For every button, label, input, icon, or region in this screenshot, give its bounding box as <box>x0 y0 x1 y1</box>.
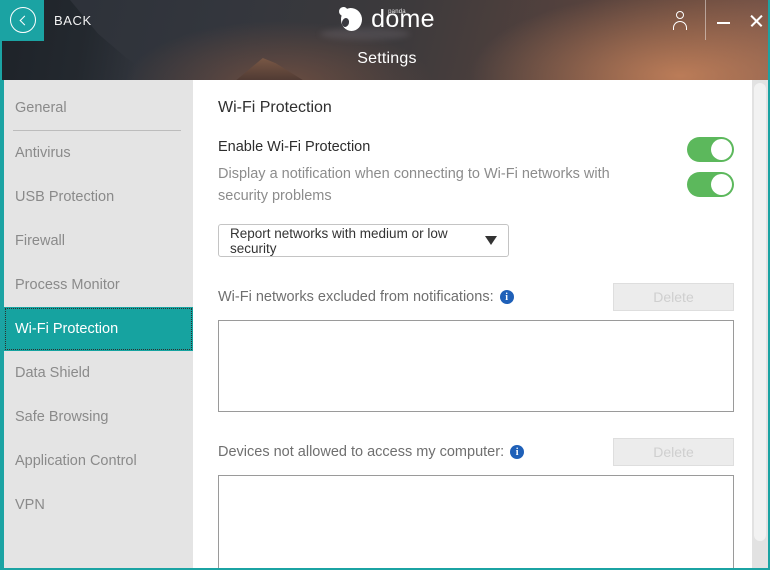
sidebar-item-application-control[interactable]: Application Control <box>4 439 193 483</box>
minimize-button[interactable] <box>706 0 740 40</box>
application-window: BACK dome panda Settings General Antivir… <box>0 0 770 570</box>
close-button[interactable] <box>740 0 768 40</box>
minimize-icon <box>716 22 730 24</box>
delete-blocked-device-button[interactable]: Delete <box>613 438 734 466</box>
settings-sidebar: General Antivirus USB Protection Firewal… <box>2 80 193 568</box>
sidebar-item-label: Antivirus <box>15 145 71 161</box>
enable-wifi-protection-toggle[interactable] <box>687 137 734 162</box>
chevron-down-icon <box>485 236 497 245</box>
blocked-devices-listbox[interactable] <box>218 475 734 568</box>
excluded-networks-block: Wi-Fi networks excluded from notificatio… <box>199 283 752 412</box>
enable-wifi-protection-label: Enable Wi-Fi Protection <box>218 139 371 155</box>
page-header-title: Settings <box>357 50 417 67</box>
sidebar-item-label: Application Control <box>15 453 137 469</box>
body-area: General Antivirus USB Protection Firewal… <box>2 80 768 568</box>
excluded-networks-header: Wi-Fi networks excluded from notificatio… <box>218 283 734 311</box>
sidebar-item-general[interactable]: General <box>4 86 193 130</box>
sidebar-item-wifi-protection[interactable]: Wi-Fi Protection <box>4 307 193 351</box>
excluded-networks-listbox[interactable] <box>218 320 734 412</box>
sidebar-item-label: Firewall <box>15 233 65 249</box>
excluded-networks-label: Wi-Fi networks excluded from notificatio… <box>218 289 494 305</box>
sidebar-item-label: VPN <box>15 497 45 513</box>
close-icon <box>749 13 764 28</box>
sidebar-item-label: Data Shield <box>15 365 90 381</box>
sidebar-item-label: Wi-Fi Protection <box>15 321 119 337</box>
sidebar-item-antivirus[interactable]: Antivirus <box>4 131 193 175</box>
severity-level-value: Report networks with medium or low secur… <box>230 225 448 256</box>
info-icon[interactable]: i <box>510 445 525 459</box>
sidebar-item-process-monitor[interactable]: Process Monitor <box>4 263 193 307</box>
blocked-devices-label: Devices not allowed to access my compute… <box>218 444 505 460</box>
sidebar-item-usb-protection[interactable]: USB Protection <box>4 175 193 219</box>
notification-setting-toggle[interactable] <box>687 172 734 197</box>
scrollbar-thumb[interactable] <box>754 83 766 541</box>
user-account-icon <box>672 10 688 30</box>
wifi-protection-settings-group: Enable Wi-Fi Protection Display a notifi… <box>218 137 734 207</box>
blocked-devices-header: Devices not allowed to access my compute… <box>218 438 734 466</box>
content-scrollbar[interactable] <box>752 80 768 568</box>
sidebar-item-label: Process Monitor <box>15 277 120 293</box>
severity-level-dropdown[interactable]: Report networks with medium or low secur… <box>218 224 509 257</box>
sidebar-item-label: Safe Browsing <box>15 409 109 425</box>
window-controls <box>655 0 768 40</box>
chevron-left-icon <box>10 7 36 33</box>
notification-setting-label: Display a notification when connecting t… <box>218 166 610 204</box>
sidebar-item-data-shield[interactable]: Data Shield <box>4 351 193 395</box>
sidebar-item-label: USB Protection <box>15 189 115 205</box>
sidebar-item-label: General <box>15 100 67 116</box>
back-button[interactable] <box>2 0 44 40</box>
window-header: BACK dome panda Settings <box>2 0 768 80</box>
sidebar-item-safe-browsing[interactable]: Safe Browsing <box>4 395 193 439</box>
blocked-devices-block: Devices not allowed to access my compute… <box>199 438 752 568</box>
info-icon[interactable]: i <box>499 290 514 304</box>
sidebar-item-firewall[interactable]: Firewall <box>4 219 193 263</box>
delete-excluded-network-button[interactable]: Delete <box>613 283 734 311</box>
accent-strip <box>2 38 44 41</box>
back-button-label[interactable]: BACK <box>54 13 92 28</box>
user-account-button[interactable] <box>655 0 705 40</box>
page-title: Wi-Fi Protection <box>218 99 332 116</box>
sidebar-item-vpn[interactable]: VPN <box>4 483 193 527</box>
settings-content-panel: Wi-Fi Protection Enable Wi-Fi Protection… <box>199 80 752 568</box>
